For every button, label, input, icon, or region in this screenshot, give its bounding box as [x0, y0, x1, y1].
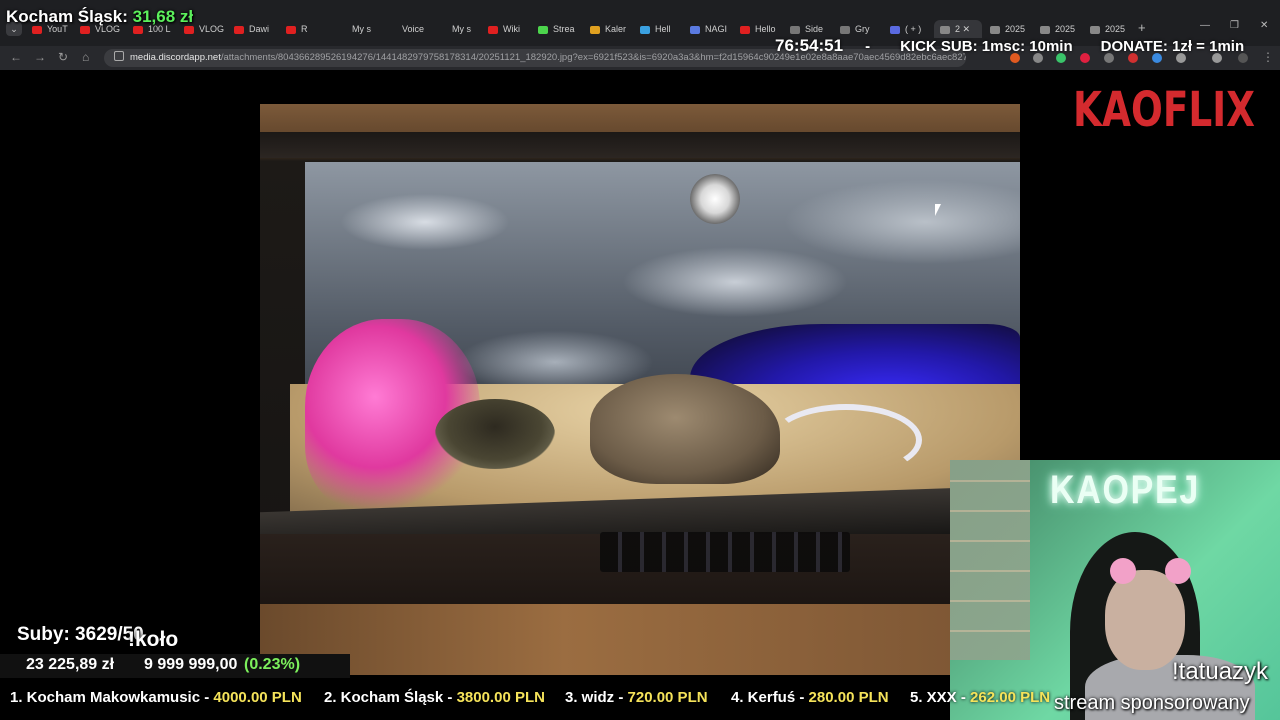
goal-percent: (0.23%) — [244, 656, 301, 673]
home-icon[interactable]: ⌂ — [82, 50, 89, 64]
globe-icon — [990, 25, 1000, 34]
doc-icon — [690, 25, 700, 34]
goal-target: 9 999 999,00 — [144, 656, 238, 673]
headphone-ear-icon — [1165, 558, 1191, 584]
forward-icon[interactable]: → — [34, 50, 46, 64]
youtube-icon — [234, 25, 244, 34]
channel-logo: KAOFLIX — [1073, 82, 1256, 138]
subs-counter: Suby: 3629/50 — [17, 624, 144, 645]
tab[interactable]: My s — [452, 20, 488, 38]
chat-command-label: !tatuazyk — [1172, 658, 1269, 685]
calendar-icon — [590, 25, 600, 34]
reload-icon[interactable]: ↻ — [58, 50, 68, 64]
top-donors-ticker: 1. Kocham Makowkamusic - 4000.00 PLN 2. … — [0, 686, 1280, 712]
minimize-icon[interactable]: — — [1200, 20, 1210, 31]
donor-entry: 3. widz - 720.00 PLN — [565, 689, 708, 706]
youtube-icon — [740, 25, 750, 34]
donor-entry: 5. XXX - 262.00 PLN — [910, 689, 1051, 706]
tab[interactable]: NAGI — [690, 20, 730, 38]
donor-entry: 2. Kocham Śląsk - 3800.00 PLN — [324, 689, 545, 706]
youtube-icon — [286, 25, 296, 34]
tab[interactable]: Voice — [402, 20, 438, 38]
site-icon — [840, 25, 850, 34]
webcam-feed: KAOPEJ !tatuazyk stream sponsorowany — [950, 460, 1280, 720]
goal-current: 23 225,89 zł — [26, 656, 115, 673]
site-icon — [940, 25, 950, 34]
donor-entry: 1. Kocham Makowkamusic - 4000.00 PLN — [10, 689, 302, 706]
discord-icon — [890, 25, 900, 34]
mouse-cursor-icon — [935, 204, 941, 216]
maximize-icon[interactable]: ❐ — [1230, 20, 1239, 31]
close-window-icon[interactable]: ✕ — [1260, 20, 1268, 31]
streamer-head — [1105, 570, 1185, 670]
subathon-timer: 76:54:51- KICK SUB: 1msc: 10min DONATE: 1z… — [775, 36, 1245, 55]
kick-icon — [538, 25, 548, 34]
tab[interactable]: Strea — [538, 20, 578, 38]
wood-floor — [260, 604, 1020, 675]
tab[interactable]: Kaler — [590, 20, 630, 38]
tab[interactable]: Hello — [740, 20, 776, 38]
site-icon — [790, 25, 800, 34]
youtube-icon — [488, 25, 498, 34]
globe-icon — [1040, 25, 1050, 34]
close-tab-icon[interactable]: ✕ — [963, 24, 971, 34]
drive-icon — [640, 25, 650, 34]
headphone-ear-icon — [1110, 558, 1136, 584]
donor-entry: 4. Kerfuś - 280.00 PLN — [731, 689, 889, 706]
donation-goal-bar: 23 225,89 zł 9 999 999,00 (0.23%) — [0, 654, 350, 678]
terrarium-photo — [260, 104, 1020, 675]
vent-grille — [600, 532, 850, 572]
photo-wall — [950, 460, 1030, 660]
neon-sign: KAOPEJ — [1050, 468, 1201, 512]
donation-goal-title: Kocham Śląsk: 31,68 zł — [6, 7, 194, 26]
wheel-command: !koło — [128, 628, 179, 651]
globe-icon — [1090, 25, 1100, 34]
heat-lamp — [690, 174, 740, 224]
site-info-icon[interactable] — [114, 51, 124, 61]
new-tab-button[interactable]: + — [1138, 20, 1146, 35]
tab[interactable]: Hell — [640, 20, 680, 38]
tab[interactable]: My s — [352, 20, 388, 38]
snake — [770, 404, 922, 476]
tab[interactable]: Dawi — [234, 20, 274, 38]
back-icon[interactable]: ← — [10, 50, 22, 64]
terrarium-frame — [260, 132, 1020, 158]
tab[interactable]: Wiki — [488, 20, 528, 38]
tab[interactable]: R — [286, 20, 322, 38]
water-bowl — [435, 399, 555, 469]
